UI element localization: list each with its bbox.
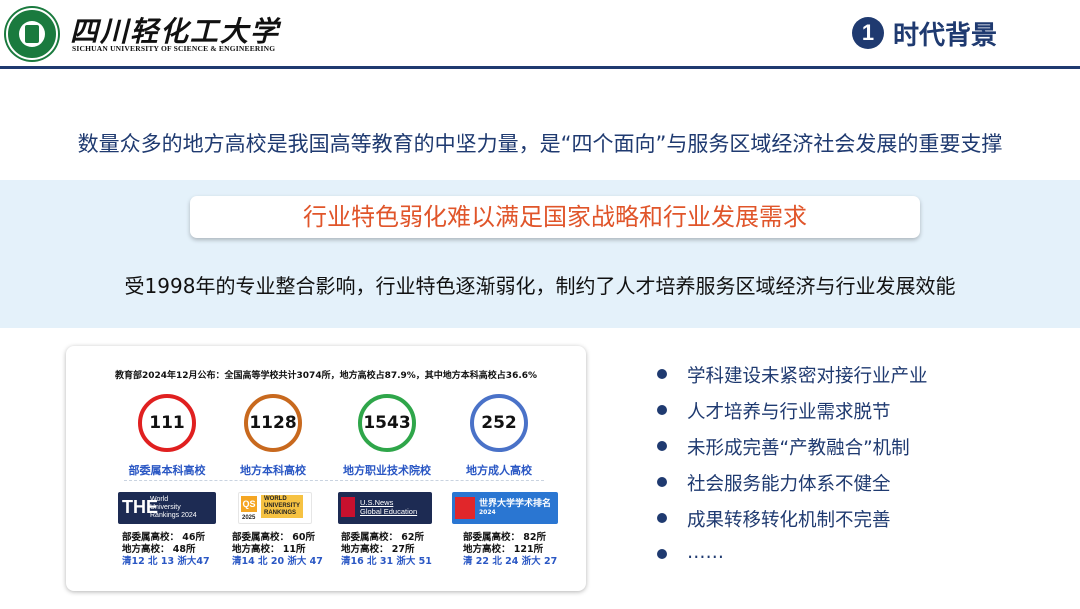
university-logo [6,8,58,60]
list-item: 人才培养与行业需求脱节 [655,398,1015,423]
usnews-logo-mark [341,497,355,517]
bullet-dot-icon [657,369,667,379]
stat-circle: 1543 [358,394,416,452]
the-ranking-logo: THE World University Rankings 2024 [118,492,216,524]
qs-ranking-logo: QS WORLD UNIVERSITY RANKINGS 2025 [238,492,312,524]
bullet-dot-icon [657,549,667,559]
logo-inner-emblem [19,21,45,47]
banner-heading: 行业特色弱化难以满足国家战略和行业发展需求 [190,196,920,238]
ranking-counts: 部委属高校： 82所 地方高校： 121所 清 22 北 24 浙大 27 [463,532,558,567]
section-title: 时代背景 [893,21,998,51]
qs-logo-mark: QS [241,496,257,512]
stat-label: 地方职业技术院校 [343,464,431,477]
arwu-logo-mark [455,497,475,519]
stat-label: 地方本科高校 [240,464,306,477]
logo-mark [25,25,39,43]
bullet-dot-icon [657,477,667,487]
list-item: 学科建设未紧密对接行业产业 [655,362,1015,387]
stat-circle: 252 [470,394,528,452]
ranking-counts: 部委属高校： 62所 地方高校： 27所 清16 北 31 浙大 51 [341,532,432,567]
card-divider [124,480,544,481]
statistics-card: 教育部2024年12月公布：全国高等学校共计3074所，地方高校占87.9%，其… [66,346,586,591]
header-divider [0,66,1080,69]
bullet-dot-icon [657,441,667,451]
band-statement: 受1998年的专业整合影响，行业特色逐渐弱化，制约了人才培养服务区域经济与行业发… [124,274,956,298]
card-headline: 教育部2024年12月公布：全国高等学校共计3074所，地方高校占87.9%，其… [114,371,538,381]
university-name-en: SICHUAN UNIVERSITY OF SCIENCE & ENGINEER… [72,44,276,53]
stat-circle: 111 [138,394,196,452]
list-item: 社会服务能力体系不健全 [655,470,1015,495]
qs-logo-text: WORLD UNIVERSITY RANKINGS [261,495,304,518]
usnews-ranking-logo: U.S.News Global Education [338,492,432,524]
ranking-counts: 部委属高校： 46所 地方高校： 48所 清12 北 13 浙大47 [122,532,210,567]
arwu-ranking-logo: 世界大学学术排名 2024 [452,492,558,524]
intro-statement: 数量众多的地方高校是我国高等教育的中坚力量，是“四个面向”与服务区域经济社会发展… [77,132,1003,156]
list-item: 成果转移转化机制不完善 [655,506,1015,531]
section-number-badge: 1 [852,17,884,49]
stat-label: 地方成人高校 [466,464,532,477]
qs-logo-year: 2025 [242,515,256,521]
slide-header: 四川轻化工大学 SICHUAN UNIVERSITY OF SCIENCE & … [0,0,1080,69]
arwu-logo-year: 2024 [479,509,496,516]
usnews-logo-text: U.S.News Global Education [360,498,418,516]
the-logo-text: World University Rankings 2024 [150,496,197,519]
list-item: 未形成完善“产教融合”机制 [655,434,1015,459]
bullet-dot-icon [657,405,667,415]
list-item: …… [655,542,1015,566]
bullet-dot-icon [657,513,667,523]
ranking-counts: 部委属高校： 60所 地方高校： 11所 清14 北 20 浙大 47 [232,532,323,567]
arwu-logo-title: 世界大学学术排名 [479,499,552,509]
stat-circle: 1128 [244,394,302,452]
